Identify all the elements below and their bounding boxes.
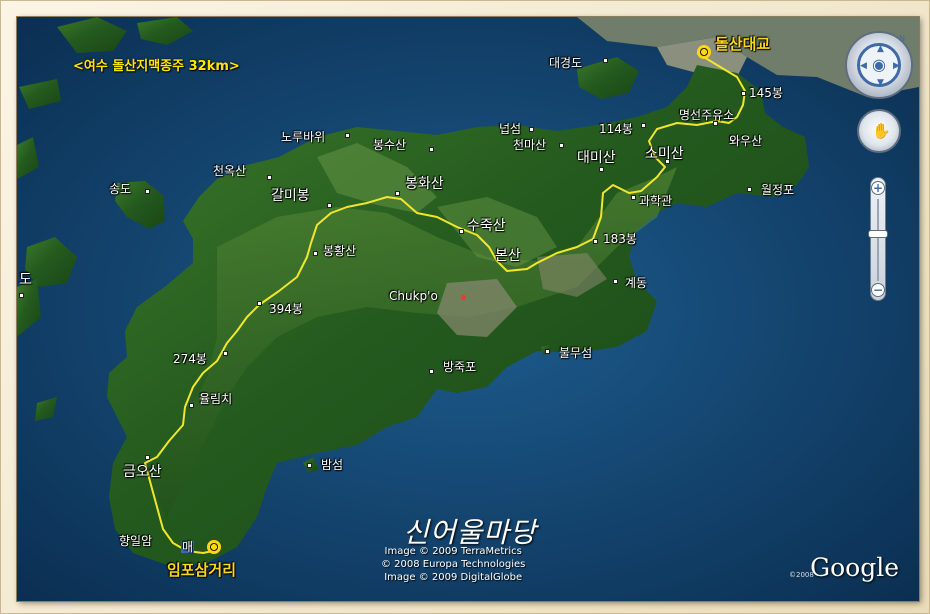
place-label-galmibong: 갈미봉 <box>271 188 310 204</box>
place-pin-icon[interactable] <box>599 167 604 172</box>
hand-icon[interactable]: ✋ <box>872 122 891 140</box>
mark-label: 매 <box>181 540 195 554</box>
place-pin-icon[interactable] <box>529 127 534 132</box>
place-label-cheonoksan: 천옥산 <box>213 164 247 178</box>
place-label-songdo: 송도 <box>109 182 132 196</box>
place-label-gyedong: 계동 <box>625 276 648 290</box>
place-pin-icon[interactable] <box>429 369 434 374</box>
place-pin-icon[interactable] <box>313 251 318 256</box>
place-pin-icon[interactable] <box>257 301 262 306</box>
zoom-out-button[interactable]: − <box>871 283 885 297</box>
place-pin-icon[interactable] <box>223 351 228 356</box>
look-control[interactable]: ✋ <box>857 109 901 153</box>
place-pin-icon[interactable] <box>613 279 618 284</box>
place-pin-icon[interactable] <box>267 175 272 180</box>
place-label-do: 도 <box>19 272 32 288</box>
place-label-yullimchi: 율림치 <box>199 392 233 406</box>
place-pin-icon[interactable] <box>641 123 646 128</box>
place-pin-icon[interactable] <box>593 239 598 244</box>
place-pin-icon[interactable] <box>189 403 194 408</box>
place-pin-icon[interactable] <box>631 195 636 200</box>
place-label-hyangiram: 향일암 <box>119 534 153 548</box>
compass-control[interactable]: ▲ ▼ ◀ ▶ ◉ N <box>845 31 913 99</box>
pan-right-icon[interactable]: ▶ <box>893 62 900 71</box>
place-pin-icon[interactable] <box>395 191 400 196</box>
zoom-in-button[interactable]: + <box>871 181 885 195</box>
place-label-daegyeongdo: 대경도 <box>549 56 583 70</box>
place-pin-icon[interactable] <box>19 293 24 298</box>
decorative-frame: <여수 돌산지맥종주 32km> 돌산대교 임포삼거리 매 대경도 145봉 명… <box>0 0 930 614</box>
end-target-icon[interactable] <box>207 540 221 554</box>
place-pin-icon[interactable] <box>741 91 746 96</box>
credit-line: © 2008 Europa Technologies <box>381 559 526 570</box>
place-label-bongsan: 본산 <box>495 248 521 264</box>
place-label-sujuksan: 수죽산 <box>467 218 506 234</box>
place-label-chukpo: Chukp'o <box>389 289 438 303</box>
place-label-noturbawi: 노루바위 <box>281 130 326 144</box>
zoom-slider[interactable] <box>868 230 888 238</box>
place-label-114bong: 114봉 <box>599 122 633 136</box>
pan-up-icon[interactable]: ▲ <box>877 45 884 54</box>
pan-down-icon[interactable]: ▼ <box>877 79 884 88</box>
place-label-gwahakgwan: 과학관 <box>639 194 673 208</box>
place-pin-icon[interactable] <box>559 143 564 148</box>
credit-line: Image © 2009 DigitalGlobe <box>384 572 523 583</box>
place-label-145bong: 145봉 <box>749 86 783 100</box>
place-pin-icon[interactable] <box>307 463 312 468</box>
place-label-bamseom: 밤섬 <box>321 458 344 472</box>
north-icon[interactable]: N <box>899 35 905 43</box>
place-label-myeongseon: 명선주유소 <box>679 108 735 122</box>
place-pin-icon[interactable] <box>459 229 464 234</box>
place-label-274bong: 274봉 <box>173 352 207 366</box>
zoom-line <box>877 199 879 281</box>
place-label-cheonmasan: 천마산 <box>513 138 547 152</box>
credit-line: Image © 2009 TerraMetrics <box>384 546 522 557</box>
place-label-bongsusan: 봉수산 <box>373 138 407 152</box>
place-label-bonghwasan: 봉화산 <box>405 176 444 192</box>
place-label-394bong: 394봉 <box>269 302 303 316</box>
google-logo: Google <box>810 553 899 582</box>
end-label: 임포삼거리 <box>167 561 237 579</box>
start-label: 돌산대교 <box>715 35 771 53</box>
place-pin-icon[interactable] <box>429 147 434 152</box>
place-pin-icon[interactable] <box>545 349 550 354</box>
place-label-geumosan: 금오산 <box>123 464 162 480</box>
place-label-neopseom: 넙섬 <box>499 122 522 136</box>
place-pin-icon[interactable] <box>747 187 752 192</box>
eye-icon[interactable]: ◉ <box>869 55 889 75</box>
place-label-bonghwangsan: 봉황산 <box>323 244 357 258</box>
place-label-bangjukpo: 방죽포 <box>443 360 477 374</box>
place-pin-icon[interactable] <box>603 58 608 63</box>
place-label-wauisan: 와우산 <box>729 134 763 148</box>
place-label-woljeongpo: 월정포 <box>761 183 795 197</box>
place-pin-icon[interactable] <box>327 203 332 208</box>
pan-left-icon[interactable]: ◀ <box>860 62 867 71</box>
place-pin-icon[interactable] <box>145 189 150 194</box>
map-title: <여수 돌산지맥종주 32km> <box>73 59 240 74</box>
place-label-somisan: 소미산 <box>645 146 684 162</box>
satellite-map[interactable]: <여수 돌산지맥종주 32km> 돌산대교 임포삼거리 매 대경도 145봉 명… <box>17 17 919 601</box>
imagery-credits: Image © 2009 TerraMetrics © 2008 Europa … <box>381 545 525 584</box>
town-dot-icon <box>461 295 466 300</box>
place-pin-icon[interactable] <box>345 133 350 138</box>
place-label-bulmuseom: 불무섬 <box>559 346 593 360</box>
place-pin-icon[interactable] <box>145 455 150 460</box>
place-label-daemisan: 대미산 <box>577 150 616 166</box>
start-target-icon[interactable] <box>697 45 711 59</box>
place-label-183bong: 183봉 <box>603 232 637 246</box>
